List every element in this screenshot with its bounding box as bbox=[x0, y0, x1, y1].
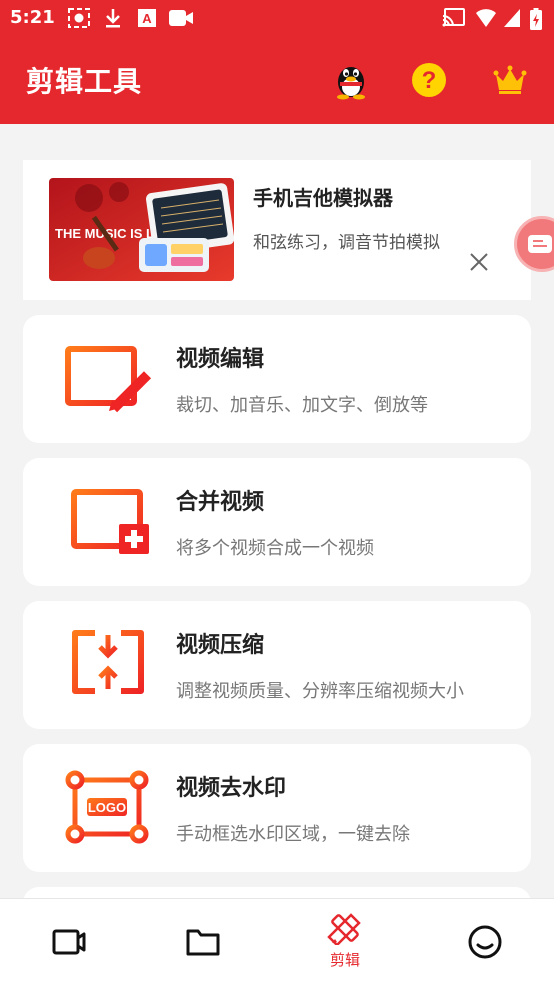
tool-title: 视频压缩 bbox=[176, 633, 265, 658]
edit-tools-tab-icon bbox=[327, 913, 361, 945]
folder-tab-icon bbox=[186, 929, 220, 956]
battery-icon bbox=[530, 8, 542, 34]
tool-card-video-compress[interactable]: 视频压缩 调整视频质量、分辨率压缩视频大小 bbox=[23, 601, 531, 729]
signal-icon bbox=[503, 8, 521, 32]
video-compress-icon bbox=[65, 627, 151, 701]
status-time: 5:21 bbox=[10, 7, 55, 28]
video-camera-icon bbox=[168, 8, 194, 32]
tab-edit-label: 剪辑 bbox=[329, 951, 360, 969]
smiley-tab-icon bbox=[468, 925, 502, 959]
message-icon bbox=[528, 235, 552, 253]
status-bar: 5:21 A bbox=[0, 0, 554, 36]
tab-video[interactable] bbox=[0, 899, 138, 984]
vip-crown-icon[interactable] bbox=[490, 60, 530, 100]
ad-thumbnail: THE MUSIC IS LIVE bbox=[49, 178, 234, 281]
close-icon[interactable] bbox=[467, 250, 491, 274]
ad-banner[interactable]: THE MUSIC IS LIVE 手机吉他模拟器 和弦练习，调音节拍模拟 bbox=[23, 160, 531, 300]
tool-card-merge-video[interactable]: 合并视频 将多个视频合成一个视频 bbox=[23, 458, 531, 586]
download-icon bbox=[104, 8, 122, 32]
tool-description: 裁切、加音乐、加文字、倒放等 bbox=[176, 395, 428, 416]
svg-text:?: ? bbox=[422, 67, 437, 94]
video-camera-tab-icon bbox=[52, 929, 86, 955]
logo-label: LOGO bbox=[88, 800, 126, 815]
tool-title: 视频编辑 bbox=[176, 347, 265, 372]
tab-files[interactable] bbox=[134, 899, 272, 984]
cast-icon bbox=[442, 8, 466, 32]
app-bar: 剪辑工具 ? bbox=[0, 36, 554, 124]
tool-description: 手动框选水印区域，一键去除 bbox=[176, 824, 410, 845]
video-merge-icon bbox=[65, 484, 151, 558]
qq-penguin-icon[interactable] bbox=[331, 60, 371, 100]
tab-profile[interactable] bbox=[416, 899, 554, 984]
page-title: 剪辑工具 bbox=[26, 65, 143, 98]
watermark-remove-icon: LOGO bbox=[65, 770, 151, 844]
tool-card-video-edit[interactable]: 视频编辑 裁切、加音乐、加文字、倒放等 bbox=[23, 315, 531, 443]
tool-description: 将多个视频合成一个视频 bbox=[176, 538, 374, 559]
tool-card-partial[interactable] bbox=[23, 887, 531, 898]
tab-edit[interactable]: 剪辑 bbox=[276, 899, 414, 984]
tool-list: THE MUSIC IS LIVE 手机吉他模拟器 和弦练习，调音节拍模拟 视频… bbox=[0, 124, 554, 898]
wifi-icon bbox=[475, 8, 497, 32]
tool-title: 视频去水印 bbox=[176, 776, 287, 801]
tool-card-watermark-remove[interactable]: LOGO 视频去水印 手动框选水印区域，一键去除 bbox=[23, 744, 531, 872]
help-icon[interactable]: ? bbox=[409, 60, 449, 100]
screen-record-icon bbox=[68, 8, 90, 32]
bottom-tab-bar: 剪辑 bbox=[0, 898, 554, 984]
tool-description: 调整视频质量、分辨率压缩视频大小 bbox=[176, 681, 464, 702]
video-edit-icon bbox=[65, 341, 152, 415]
tool-title: 合并视频 bbox=[176, 490, 265, 515]
ad-description: 和弦练习，调音节拍模拟 bbox=[253, 233, 440, 253]
svg-text:A: A bbox=[142, 11, 152, 26]
ad-title: 手机吉他模拟器 bbox=[253, 186, 393, 210]
a-notification-icon: A bbox=[137, 8, 157, 32]
